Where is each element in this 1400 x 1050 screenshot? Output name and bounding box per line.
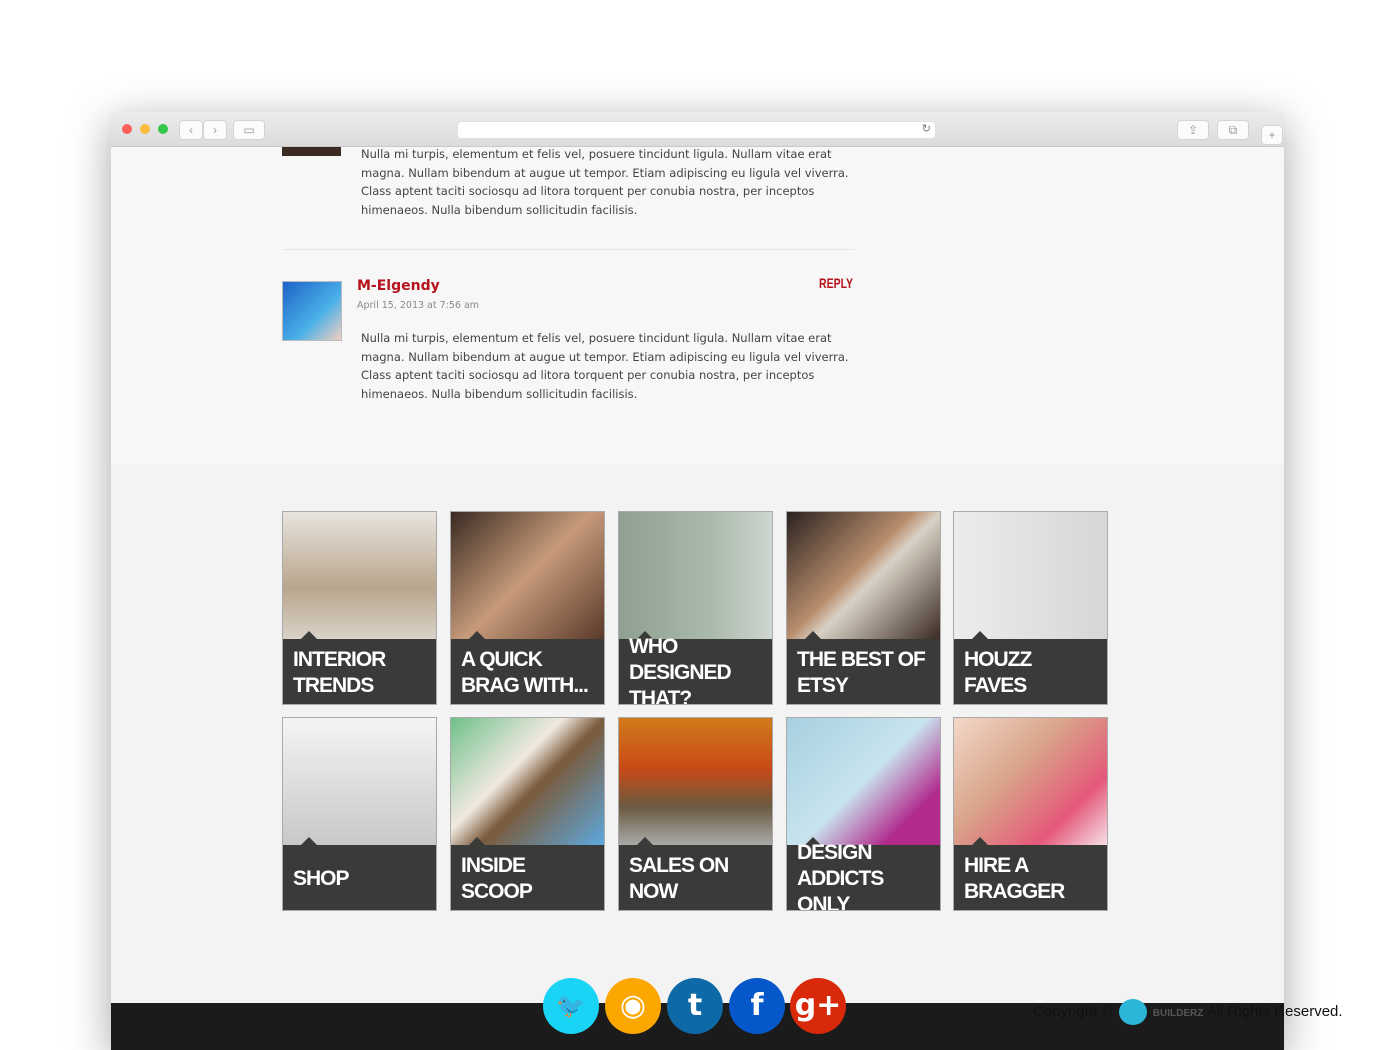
tabs-icon[interactable]: ⧉ [1217, 120, 1249, 140]
tile-image [451, 718, 604, 845]
tile-label: SALES ON NOW [619, 845, 772, 910]
tile-hire-a-bragger[interactable]: HIRE A BRAGGER [953, 717, 1108, 911]
facebook-icon[interactable]: f [729, 978, 785, 1034]
tile-image [283, 718, 436, 845]
tile-label: WHO DESIGNED THAT? [619, 635, 772, 704]
browser-toolbar: ‹ › ▭ ↻ ⇪ ⧉ + [111, 112, 1284, 147]
reply-button[interactable]: REPLY [819, 275, 853, 291]
new-tab-icon[interactable]: + [1261, 125, 1283, 145]
notch [805, 631, 821, 639]
rights-text: All Rights Reserved. [1206, 1002, 1343, 1020]
tile-inside-scoop[interactable]: INSIDE SCOOP [450, 717, 605, 911]
share-icon[interactable]: ⇪ [1177, 120, 1209, 140]
zoom-button[interactable] [158, 124, 168, 134]
google-plus-icon[interactable]: g+ [790, 978, 846, 1034]
tile-design-addicts-only[interactable]: DESIGN ADDICTS ONLY [786, 717, 941, 911]
tile-label: A QUICK BRAG WITH... [451, 639, 604, 704]
builderz-logo-icon [1118, 999, 1147, 1025]
tile-who-designed-that[interactable]: WHO DESIGNED THAT? [618, 511, 773, 705]
tile-label: HOUZZ FAVES [954, 639, 1107, 704]
tile-label: HIRE A BRAGGER [954, 845, 1107, 910]
notch [301, 631, 317, 639]
tile-interior-trends[interactable]: INTERIOR TRENDS [282, 511, 437, 705]
comment-text: Nulla mi turpis, elementum et felis vel,… [361, 147, 849, 217]
tile-the-best-of-etsy[interactable]: THE BEST OF ETSY [786, 511, 941, 705]
close-button[interactable] [122, 124, 132, 134]
forward-icon[interactable]: › [203, 120, 227, 140]
tile-label: DESIGN ADDICTS ONLY [787, 841, 940, 910]
comment-text: Nulla mi turpis, elementum et felis vel,… [361, 331, 849, 401]
comment-date: April 15, 2013 at 7:56 am [357, 300, 480, 311]
back-icon[interactable]: ‹ [179, 120, 203, 140]
copyright: Copyright © BUILDERZ All Rights Reserved… [1033, 999, 1343, 1025]
tile-image [619, 512, 772, 639]
sidebar-icon[interactable]: ▭ [233, 120, 265, 140]
notch [637, 837, 653, 845]
notch [972, 837, 988, 845]
notch [301, 837, 317, 845]
tile-label: SHOP [283, 845, 436, 910]
tile-image [619, 718, 772, 845]
logo-text: BUILDERZ [1152, 1007, 1204, 1019]
tile-image [787, 718, 940, 845]
address-bar[interactable]: ↻ [457, 121, 936, 139]
tile-label: THE BEST OF ETSY [787, 639, 940, 704]
reload-icon[interactable]: ↻ [922, 122, 931, 135]
tile-label: INSIDE SCOOP [451, 845, 604, 910]
twitter-icon[interactable]: 🐦 [543, 978, 599, 1034]
tile-houzz-faves[interactable]: HOUZZ FAVES [953, 511, 1108, 705]
tile-shop[interactable]: SHOP [282, 717, 437, 911]
divider [282, 249, 855, 250]
tile-image [954, 512, 1107, 639]
tile-image [283, 512, 436, 639]
tumblr-icon[interactable]: t [667, 978, 723, 1034]
avatar [282, 281, 342, 341]
tile-image [787, 512, 940, 639]
notch [972, 631, 988, 639]
minimize-button[interactable] [140, 124, 150, 134]
tile-image [451, 512, 604, 639]
tile-label: INTERIOR TRENDS [283, 639, 436, 704]
comment-author[interactable]: M-Elgendy [357, 278, 440, 294]
browser-window: ‹ › ▭ ↻ ⇪ ⧉ + Nulla mi turpis, elementum… [111, 112, 1284, 1050]
notch [469, 837, 485, 845]
tile-a-quick-brag-with[interactable]: A QUICK BRAG WITH... [450, 511, 605, 705]
avatar [282, 147, 341, 156]
tile-image [954, 718, 1107, 845]
rss-icon[interactable]: ◉ [605, 978, 661, 1034]
tile-sales-on-now[interactable]: SALES ON NOW [618, 717, 773, 911]
copyright-text: Copyright © [1033, 1002, 1113, 1020]
notch [469, 631, 485, 639]
